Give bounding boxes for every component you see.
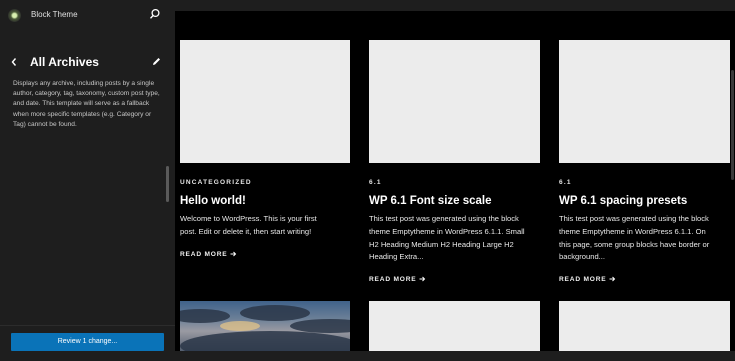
panel-title: All Archives	[30, 55, 99, 69]
post-featured-image[interactable]	[180, 40, 350, 163]
read-more-link[interactable]: READ MORE	[180, 251, 237, 258]
post-featured-image[interactable]	[559, 301, 730, 351]
excerpt-line: background...	[559, 252, 606, 262]
canvas-scrollbar[interactable]	[731, 70, 734, 180]
post-featured-image[interactable]	[559, 40, 730, 163]
excerpt-line: post. Edit or delete it, then start writ…	[180, 226, 312, 236]
post-featured-image[interactable]	[369, 301, 540, 351]
post-excerpt: Welcome to WordPress. This is your first…	[180, 213, 352, 239]
editor-canvas[interactable]: UNCATEGORIZED Hello world! Welcome to Wo…	[175, 11, 735, 351]
post-title[interactable]: WP 6.1 Font size scale	[369, 195, 492, 207]
chevron-left-icon[interactable]	[9, 56, 19, 68]
excerpt-line: this page, some group blocks have border…	[559, 239, 710, 249]
excerpt-line: Heading Extra...	[369, 252, 424, 262]
post-category[interactable]: 6.1	[369, 179, 382, 186]
excerpt-line: theme Emptytheme in WordPress 6.1.1. On	[559, 226, 706, 236]
read-more-label: READ MORE	[369, 276, 417, 283]
cloud-shape	[180, 331, 350, 351]
editor-sidebar: Block Theme All Archives Displays any ar…	[0, 0, 175, 361]
search-icon[interactable]	[149, 8, 161, 20]
excerpt-line: This test post was generated using the b…	[559, 214, 709, 223]
excerpt-line: H2 Heading Medium H2 Heading Large H2	[369, 239, 514, 249]
post-excerpt: This test post was generated using the b…	[369, 213, 541, 264]
post-category[interactable]: 6.1	[559, 179, 572, 186]
post-category[interactable]: UNCATEGORIZED	[180, 179, 252, 186]
site-icon[interactable]	[8, 9, 21, 22]
sky-glow	[220, 321, 260, 331]
review-changes-button[interactable]: Review 1 change...	[11, 333, 164, 351]
cloud-shape	[180, 309, 230, 323]
excerpt-line: theme Emptytheme in WordPress 6.1.1. Sma…	[369, 226, 525, 236]
post-title[interactable]: Hello world!	[180, 195, 246, 207]
read-more-link[interactable]: READ MORE	[559, 276, 616, 283]
excerpt-line: Welcome to WordPress. This is your first	[180, 214, 317, 223]
excerpt-line: This test post was generated using the b…	[369, 214, 519, 223]
post-featured-image[interactable]	[369, 40, 540, 163]
cloud-shape	[240, 305, 310, 321]
post-featured-image[interactable]	[180, 301, 350, 351]
sidebar-scrollbar[interactable]	[166, 166, 169, 202]
arrow-right-icon	[419, 276, 426, 282]
arrow-right-icon	[230, 251, 237, 257]
read-more-label: READ MORE	[559, 276, 607, 283]
site-title[interactable]: Block Theme	[31, 10, 78, 19]
post-excerpt: This test post was generated using the b…	[559, 213, 731, 264]
post-title[interactable]: WP 6.1 spacing presets	[559, 195, 687, 207]
sidebar-header: Block Theme	[0, 0, 175, 30]
arrow-right-icon	[609, 276, 616, 282]
read-more-link[interactable]: READ MORE	[369, 276, 426, 283]
pencil-icon[interactable]	[151, 56, 162, 67]
read-more-label: READ MORE	[180, 251, 228, 258]
panel-description: Displays any archive, including posts by…	[13, 80, 160, 128]
